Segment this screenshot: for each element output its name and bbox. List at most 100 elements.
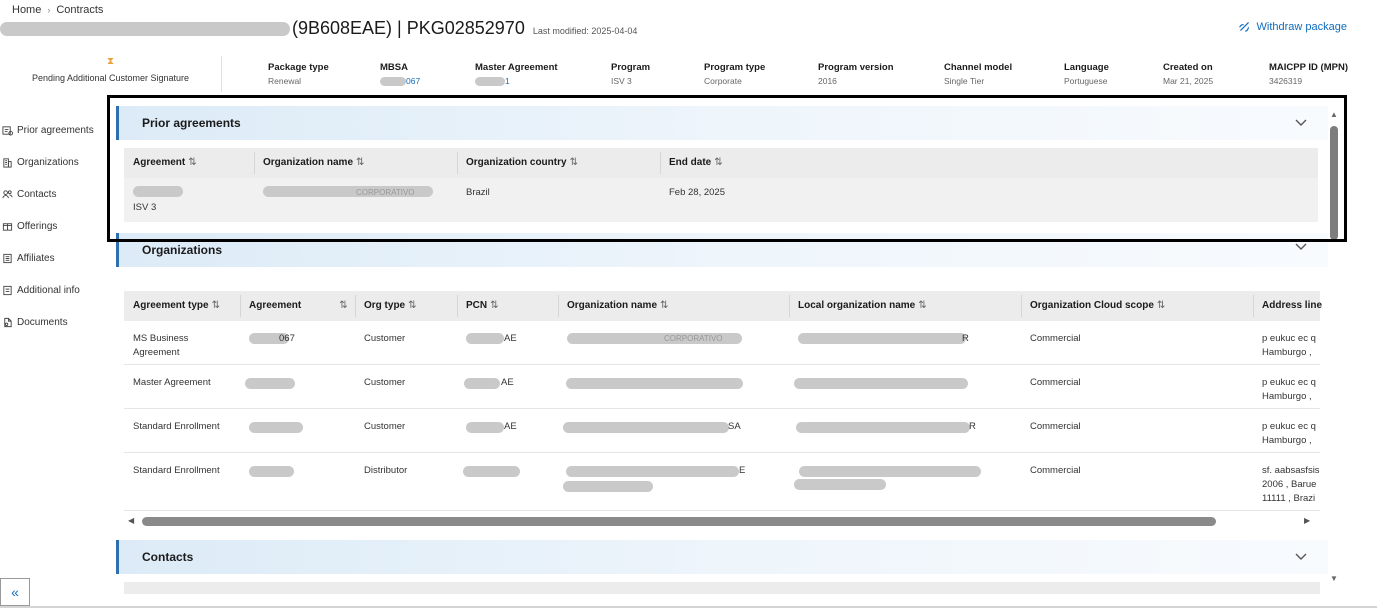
table-row[interactable]: MS Business Agreement 067 Customer AE CO… [124, 321, 1320, 365]
cell-agreement-type: Standard Enrollment [133, 465, 220, 476]
column-header[interactable]: End date ⇅ [669, 157, 723, 168]
vertical-scrollbar[interactable]: ▲ ▼ [1328, 108, 1340, 586]
meta-value-link[interactable]: 067 [380, 76, 421, 87]
nav-label: Contacts [17, 188, 57, 200]
column-header[interactable]: Agreement type ⇅ [133, 300, 220, 311]
table-row[interactable]: Master Agreement Customer AE Commercial … [124, 365, 1320, 409]
section-header-prior-agreements[interactable]: Prior agreements [116, 106, 1328, 140]
nav-item-offerings[interactable]: Offerings [0, 210, 110, 242]
meta-master-agreement: Master Agreement 1 [475, 62, 558, 87]
breadcrumb-contracts[interactable]: Contracts [56, 4, 103, 16]
info-document-icon [3, 285, 12, 295]
column-header[interactable]: Organization name ⇅ [263, 157, 364, 168]
redacted-value [794, 378, 968, 389]
redacted-value [466, 333, 504, 344]
column-header[interactable]: Organization Cloud scope ⇅ [1030, 300, 1165, 311]
redacted-value [245, 378, 295, 389]
cell-address: p eukuc ec q Hamburgo , [1262, 421, 1316, 446]
column-header[interactable]: Organization name ⇅ [567, 300, 668, 311]
cell-local-organization-name: R [969, 421, 976, 432]
nav-item-affiliates[interactable]: Affiliates [0, 242, 110, 274]
cell-end-date: Feb 28, 2025 [669, 187, 725, 198]
nav-item-documents[interactable]: Documents [0, 306, 110, 338]
organizations-table: Agreement type ⇅ Agreement ⇅ Org type ⇅ PCN… [124, 291, 1322, 513]
column-divider [558, 295, 559, 317]
column-header[interactable]: Org type ⇅ [364, 300, 417, 311]
nav-label: Prior agreements [17, 124, 94, 136]
scroll-up-icon[interactable]: ▲ [1330, 110, 1338, 119]
withdraw-package-button[interactable]: Withdraw package [1238, 20, 1347, 33]
column-header[interactable]: PCN ⇅ [466, 300, 499, 311]
meta-label: Language [1064, 62, 1109, 73]
scroll-right-icon[interactable]: ▶ [1304, 516, 1310, 525]
chevron-down-icon[interactable] [1294, 239, 1308, 253]
cell-address: p eukuc ec q Hamburgo , [1262, 333, 1316, 358]
breadcrumb-separator: › [47, 5, 51, 15]
meta-label: Package type [268, 62, 329, 73]
redacted-value [463, 466, 520, 477]
page-title: (9B608EAE) | PKG02852970 Last modified: … [0, 18, 637, 42]
table-row[interactable]: Standard Enrollment Customer AE SA R Com… [124, 409, 1320, 453]
nav-item-additional-info[interactable]: Additional info [0, 274, 110, 306]
history-icon [2, 125, 13, 136]
meta-label: Program [611, 62, 651, 73]
nav-label: Offerings [17, 220, 58, 232]
nav-item-organizations[interactable]: Organizations [0, 146, 110, 178]
table-row[interactable]: ISV 3 CORPORATIVO Brazil Feb 28, 2025 [124, 178, 1318, 222]
meta-value: ISV 3 [611, 76, 632, 86]
cell-country: Brazil [466, 187, 490, 198]
redacted-value [249, 422, 303, 433]
package-title: (9B608EAE) | PKG02852970 [292, 18, 525, 38]
table-row[interactable]: Standard Enrollment Distributor E Commer… [124, 453, 1320, 511]
breadcrumb: Home › Contracts [12, 4, 103, 16]
column-header[interactable]: Organization country ⇅ [466, 157, 578, 168]
cell-organization-name: CORPORATIVO [356, 188, 415, 197]
horizontal-scrollbar[interactable]: ◀ ▶ [124, 514, 1320, 528]
column-header[interactable]: Agreement ⇅ [133, 157, 197, 168]
cell-agreement-type: Master Agreement [133, 377, 211, 388]
redacted-value [799, 466, 981, 477]
offering-icon [2, 222, 13, 231]
column-header[interactable]: Local organization name ⇅ [798, 300, 927, 311]
nav-label: Documents [17, 316, 68, 328]
section-header-organizations[interactable]: Organizations [116, 233, 1328, 267]
collapse-nav-button[interactable]: « [0, 578, 30, 606]
scrollbar-thumb[interactable] [142, 517, 1216, 526]
contacts-table-header [124, 582, 1320, 594]
nav-label: Organizations [17, 156, 79, 168]
section-title: Organizations [142, 243, 223, 257]
package-summary-bar: ⧗ Pending Additional Customer Signature … [0, 56, 1360, 92]
scroll-down-icon[interactable]: ▼ [1330, 574, 1338, 583]
chevron-down-icon[interactable] [1294, 115, 1308, 129]
nav-item-contacts[interactable]: Contacts [0, 178, 110, 210]
cell-organization-name: SA [728, 421, 741, 432]
redacted-value [798, 333, 966, 344]
column-header[interactable]: Agreement ⇅ [249, 300, 348, 311]
cell-agreement-type: MS Business Agreement [133, 333, 189, 358]
meta-created-on: Created on Mar 21, 2025 [1163, 62, 1213, 86]
mbsa-value: 067 [406, 76, 421, 86]
column-header[interactable]: Address line [1262, 300, 1322, 311]
breadcrumb-home[interactable]: Home [12, 4, 41, 16]
cell-org-type: Distributor [364, 465, 408, 476]
meta-label: Created on [1163, 62, 1213, 73]
hourglass-icon: ⧗ [106, 56, 115, 67]
nav-item-prior-agreements[interactable]: Prior agreements [0, 114, 110, 146]
section-header-contacts[interactable]: Contacts [116, 540, 1328, 574]
redacted-value [475, 77, 505, 87]
chevron-down-icon[interactable] [1294, 549, 1308, 563]
master-agreement-value: 1 [505, 76, 510, 86]
meta-value-link[interactable]: 1 [475, 76, 558, 87]
people-icon [2, 189, 13, 198]
section-title: Contacts [142, 550, 194, 564]
cell-address: p eukuc ec q Hamburgo , [1262, 377, 1316, 402]
status-cell: ⧗ Pending Additional Customer Signature [0, 56, 222, 92]
redacted-value [133, 186, 183, 197]
cell-organization-name: CORPORATIVO [664, 334, 723, 343]
meta-label: MAICPP ID (MPN) [1269, 62, 1348, 73]
cell-agreement-type: Standard Enrollment [133, 421, 220, 432]
scrollbar-thumb[interactable] [1330, 126, 1338, 240]
redacted-value [466, 422, 504, 433]
cell-org-type: Customer [364, 377, 406, 388]
scroll-left-icon[interactable]: ◀ [128, 516, 134, 525]
